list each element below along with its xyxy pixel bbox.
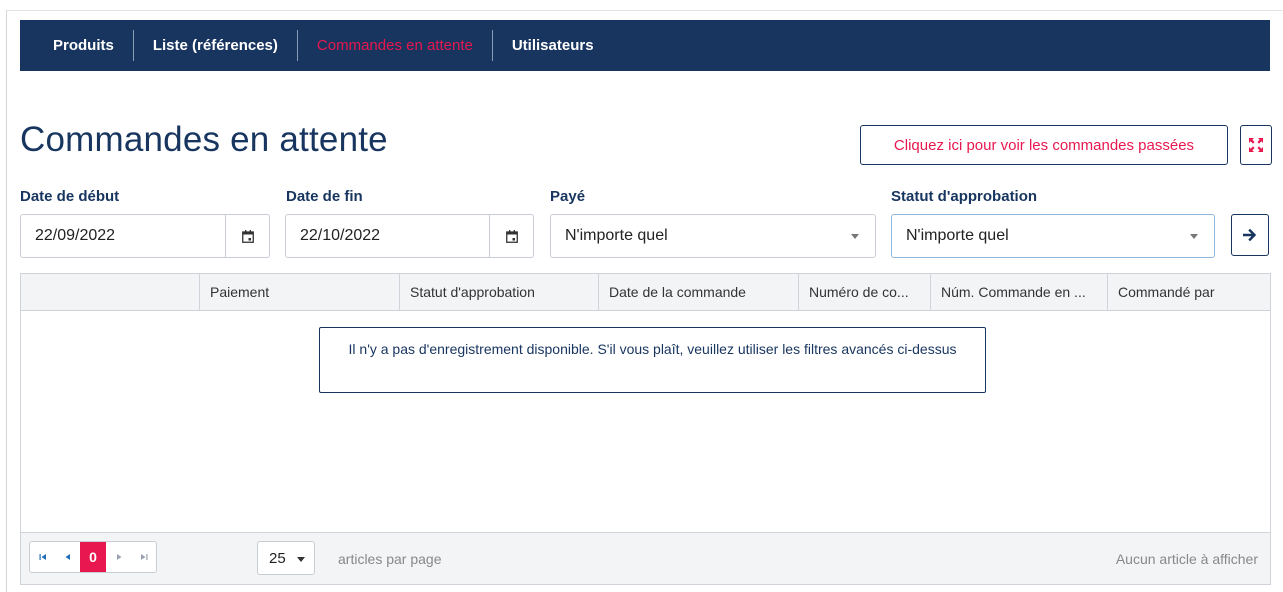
previous-page-button[interactable] <box>55 542 80 572</box>
approval-status-label: Statut d'approbation <box>891 188 1038 205</box>
last-page-icon <box>140 554 147 560</box>
end-date-label: Date de fin <box>286 188 363 205</box>
past-orders-button[interactable]: Cliquez ici pour voir les commandes pass… <box>860 125 1228 165</box>
current-page-button[interactable]: 0 <box>80 542 106 572</box>
start-date-label: Date de début <box>20 188 120 205</box>
first-page-icon <box>39 554 46 560</box>
start-date-value[interactable]: 22/09/2022 <box>21 227 225 245</box>
frame-left-border <box>6 10 7 592</box>
arrow-right-icon <box>1243 228 1257 242</box>
previous-page-icon <box>65 554 70 560</box>
start-date-field[interactable]: 22/09/2022 <box>20 214 270 258</box>
end-date-calendar-button[interactable] <box>489 215 533 257</box>
expand-icon <box>1249 138 1263 152</box>
chevron-down-icon <box>851 234 859 239</box>
approval-status-select[interactable]: N'importe quel <box>891 214 1215 258</box>
calendar-icon <box>505 229 518 243</box>
last-page-button[interactable] <box>131 542 156 572</box>
per-page-label: articles par page <box>338 551 442 567</box>
column-header-commande-par[interactable]: Commandé par <box>1107 274 1271 310</box>
page-size-select[interactable]: 25 <box>257 541 315 575</box>
nav-item-commandes-en-attente[interactable]: Commandes en attente <box>298 30 492 61</box>
nav-item-liste-references[interactable]: Liste (références) <box>134 30 297 61</box>
pager-buttons: 0 <box>29 541 157 573</box>
end-date-value[interactable]: 22/10/2022 <box>286 227 489 245</box>
next-page-button[interactable] <box>106 542 131 572</box>
column-header-select[interactable] <box>21 274 199 310</box>
no-items-label: Aucun article à afficher <box>1115 551 1258 567</box>
start-date-calendar-button[interactable] <box>225 215 269 257</box>
top-navigation: Produits Liste (références) Commandes en… <box>20 20 1270 71</box>
first-page-button[interactable] <box>30 542 55 572</box>
column-header-date-commande[interactable]: Date de la commande <box>598 274 798 310</box>
column-header-numero-commande[interactable]: Numéro de co... <box>798 274 930 310</box>
paid-select-value: N'importe quel <box>565 227 668 244</box>
column-header-paiement[interactable]: Paiement <box>199 274 399 310</box>
column-header-statut-approbation[interactable]: Statut d'approbation <box>399 274 598 310</box>
grid-header: Paiement Statut d'approbation Date de la… <box>21 274 1270 311</box>
column-header-num-commande-en[interactable]: Núm. Commande en ... <box>930 274 1107 310</box>
frame-top-border <box>6 10 1283 11</box>
no-records-message: Il n'y a pas d'enregistrement disponible… <box>319 327 986 393</box>
nav-item-utilisateurs[interactable]: Utilisateurs <box>493 30 613 61</box>
orders-grid: Paiement Statut d'approbation Date de la… <box>20 273 1271 585</box>
paid-select[interactable]: N'importe quel <box>550 214 876 258</box>
chevron-down-icon <box>1190 234 1198 239</box>
nav-item-produits[interactable]: Produits <box>20 30 133 61</box>
next-page-icon <box>116 554 121 560</box>
page-size-value: 25 <box>269 549 286 567</box>
expand-button[interactable] <box>1240 125 1272 165</box>
paid-label: Payé <box>550 188 586 205</box>
chevron-down-icon <box>297 557 305 562</box>
grid-pager: 0 25 articles par page Aucun article à a… <box>21 532 1270 584</box>
calendar-icon <box>241 229 254 243</box>
approval-status-select-value: N'importe quel <box>906 227 1009 244</box>
end-date-field[interactable]: 22/10/2022 <box>285 214 534 258</box>
apply-filters-button[interactable] <box>1231 214 1269 256</box>
page-title: Commandes en attente <box>20 120 388 159</box>
